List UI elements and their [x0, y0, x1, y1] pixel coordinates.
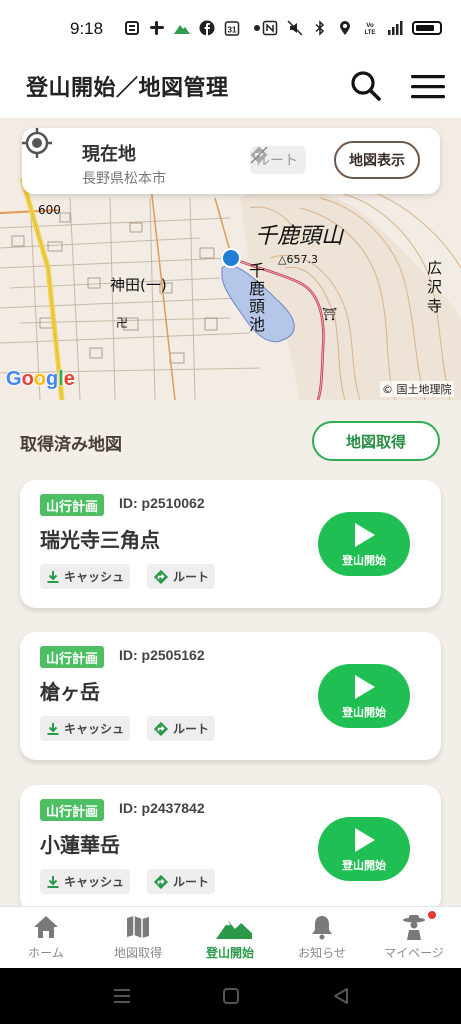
app-header: 登山開始／地図管理	[0, 58, 461, 118]
download-icon	[47, 875, 59, 888]
svg-text:31: 31	[228, 26, 237, 35]
svg-text:⛩: ⛩	[322, 307, 337, 321]
svg-text:卍: 卍	[116, 316, 128, 330]
recent-apps-icon[interactable]	[112, 987, 132, 1005]
play-icon	[355, 523, 375, 547]
route-chip: ルート	[147, 869, 216, 894]
play-icon	[355, 675, 375, 699]
nav-get-map[interactable]: 地図取得	[92, 907, 184, 969]
svg-text:池: 池	[249, 315, 265, 334]
mountain-icon	[216, 921, 252, 939]
bottom-navigation: ホーム 地図取得 登山開始 お知らせ マイページ	[0, 906, 461, 968]
mute-icon	[287, 20, 303, 36]
play-icon	[355, 828, 375, 852]
page-title: 登山開始／地図管理	[26, 76, 229, 101]
svg-text:沢: 沢	[427, 278, 442, 296]
route-off-icon	[250, 146, 268, 164]
slack-icon	[150, 21, 164, 35]
bell-icon	[312, 916, 332, 940]
nav-notifications[interactable]: お知らせ	[276, 907, 368, 969]
route-chip: ルート	[147, 564, 216, 589]
svg-text:Vo: Vo	[366, 22, 374, 29]
svg-text:寺: 寺	[427, 297, 442, 315]
map-card[interactable]: 山行計画 ID: p2437842 小蓮華岳 キャッシュ ルート 登山開始	[20, 785, 441, 913]
map-copyright: © 国土地理院	[380, 381, 454, 397]
news-icon	[125, 21, 139, 35]
bluetooth-icon	[315, 20, 325, 36]
status-time: 9:18	[70, 19, 104, 38]
calendar-icon: 31	[224, 21, 240, 36]
home-button-icon[interactable]	[222, 987, 240, 1005]
location-title: 現在地	[82, 144, 136, 165]
cache-chip: キャッシュ	[40, 716, 131, 741]
start-climb-button[interactable]: 登山開始	[318, 512, 410, 576]
section-title: 取得済み地図	[20, 435, 122, 455]
volte-icon: VoLTE	[365, 22, 376, 36]
map-card[interactable]: 山行計画 ID: p2510062 瑞光寺三角点 キャッシュ ルート 登山開始	[20, 480, 441, 608]
current-location-card: 現在地 長野県松本市 ルート 地図表示	[22, 128, 440, 194]
current-location-icon	[22, 128, 52, 158]
svg-text:LTE: LTE	[365, 30, 376, 36]
map-label-kotakuji-vertical: 広沢寺	[427, 259, 442, 315]
nfc-icon	[262, 20, 278, 36]
route-icon	[153, 874, 169, 889]
battery-icon	[412, 21, 442, 35]
download-icon	[47, 570, 59, 583]
location-subtitle: 長野県松本市	[82, 171, 166, 187]
cache-chip: キャッシュ	[40, 869, 131, 894]
map-view[interactable]: 千鹿頭山 △657.3 神田(一) 600 卍 ⛩ 千鹿頭池 広沢寺 現在地 長…	[0, 118, 461, 400]
plan-badge: 山行計画	[40, 799, 105, 821]
svg-text:頭: 頭	[249, 297, 265, 316]
system-navigation-bar	[0, 968, 461, 1024]
menu-button[interactable]	[408, 66, 448, 106]
card-id: ID: p2505162	[119, 647, 205, 663]
route-chip: ルート	[147, 716, 216, 741]
route-icon	[153, 721, 169, 736]
google-logo: Google	[6, 368, 75, 390]
card-name: 槍ヶ岳	[40, 680, 100, 704]
route-toggle-button[interactable]: ルート	[250, 146, 306, 174]
start-climb-button[interactable]: 登山開始	[318, 817, 410, 881]
signal-icon	[388, 21, 403, 35]
map-display-button[interactable]: 地図表示	[334, 141, 420, 179]
svg-text:鹿: 鹿	[249, 279, 265, 298]
svg-text:広: 広	[427, 259, 442, 277]
hiker-icon	[403, 915, 425, 940]
status-bar: 9:18 31 Vo LTE	[0, 0, 461, 58]
hamburger-menu-icon	[411, 75, 445, 99]
map-label-pond-vertical: 千鹿頭池	[249, 261, 265, 334]
get-map-button[interactable]: 地図取得	[312, 421, 440, 461]
card-name: 小蓮華岳	[40, 833, 120, 857]
map-label-kanda: 神田(一)	[110, 276, 167, 294]
facebook-icon	[199, 20, 215, 36]
location-icon	[340, 21, 350, 35]
card-id: ID: p2510062	[119, 495, 205, 511]
plan-badge: 山行計画	[40, 646, 105, 668]
nav-home[interactable]: ホーム	[0, 907, 92, 969]
cache-chip: キャッシュ	[40, 564, 131, 589]
card-name: 瑞光寺三角点	[40, 528, 160, 552]
system-status-icons: Vo LTE	[262, 20, 442, 36]
nav-my-page[interactable]: マイページ	[368, 907, 460, 969]
home-icon	[34, 916, 58, 938]
map-label-elevation: △657.3	[278, 253, 318, 266]
plan-badge: 山行計画	[40, 494, 105, 516]
svg-text:千: 千	[249, 261, 265, 280]
search-icon	[351, 71, 381, 101]
start-climb-button[interactable]: 登山開始	[318, 664, 410, 728]
map-card[interactable]: 山行計画 ID: p2505162 槍ヶ岳 キャッシュ ルート 登山開始	[20, 632, 441, 760]
download-icon	[47, 722, 59, 735]
mountain-notif-icon	[174, 25, 190, 34]
search-button[interactable]	[346, 66, 386, 106]
back-icon[interactable]	[332, 987, 350, 1005]
map-label-mountain: 千鹿頭山	[255, 224, 345, 249]
notification-icons: 31	[124, 20, 265, 36]
card-id: ID: p2437842	[119, 800, 205, 816]
nav-start-climb[interactable]: 登山開始	[184, 907, 276, 969]
notification-dot	[428, 911, 436, 919]
route-icon	[153, 569, 169, 584]
map-icon	[127, 916, 149, 938]
map-label-road: 600	[38, 203, 61, 217]
